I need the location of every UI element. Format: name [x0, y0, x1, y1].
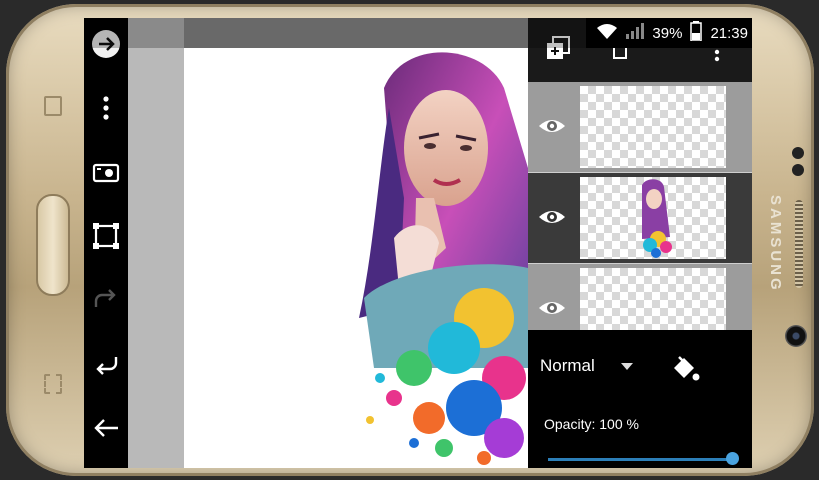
crop-icon[interactable] — [88, 218, 124, 254]
hardware-back-icon — [44, 96, 62, 116]
editor-toolbar — [84, 18, 128, 468]
back-arrow-icon[interactable] — [88, 410, 124, 446]
undo-icon[interactable] — [88, 346, 124, 382]
hardware-recent-apps-icon — [44, 374, 62, 394]
battery-percent: 39% — [652, 24, 683, 42]
visibility-eye-icon[interactable] — [538, 114, 566, 138]
brand-logo: SAMSUNG — [767, 195, 784, 293]
layer-item[interactable] — [528, 82, 752, 172]
chevron-down-icon — [620, 362, 633, 370]
portrait-artwork — [359, 52, 528, 465]
layer-thumbnail — [580, 86, 726, 168]
opacity-slider-thumb[interactable] — [726, 452, 739, 465]
visibility-eye-icon[interactable] — [538, 296, 566, 320]
earpiece-speaker — [795, 200, 803, 288]
blend-mode-value: Normal — [540, 356, 595, 375]
layer-thumbnail — [580, 177, 726, 259]
proximity-sensor — [792, 147, 804, 159]
battery-icon — [690, 21, 703, 45]
home-button[interactable] — [36, 194, 70, 296]
canvas-margin — [128, 18, 184, 468]
opacity-label: Opacity: 100 % — [544, 416, 639, 432]
opacity-slider-track[interactable] — [548, 458, 734, 461]
status-time: 21:39 — [710, 24, 748, 42]
wifi-icon — [596, 22, 618, 44]
signal-icon — [626, 23, 645, 43]
video-camera-icon[interactable] — [88, 154, 124, 190]
more-vertical-icon[interactable] — [88, 90, 124, 126]
phone-frame: SAMSUNG Normal Opacity: 100 % 39% 21:39 — [6, 4, 814, 476]
canvas-document[interactable] — [184, 48, 528, 468]
paint-bucket-icon[interactable] — [668, 352, 702, 386]
light-sensor — [792, 164, 804, 176]
status-right-group: 39% 21:39 — [586, 18, 752, 48]
layer-item-selected[interactable] — [528, 173, 752, 263]
blend-mode-dropdown[interactable]: Normal — [540, 356, 633, 376]
app-screen: Normal Opacity: 100 % 39% 21:39 — [84, 18, 752, 468]
canvas-area[interactable] — [128, 18, 528, 468]
visibility-eye-icon[interactable] — [538, 205, 566, 229]
layers-panel: Normal Opacity: 100 % — [528, 18, 752, 468]
layer-properties: Normal Opacity: 100 % — [528, 330, 752, 468]
status-bar: 39% 21:39 — [84, 18, 752, 48]
front-camera — [785, 325, 807, 347]
redo-icon[interactable] — [88, 282, 124, 318]
